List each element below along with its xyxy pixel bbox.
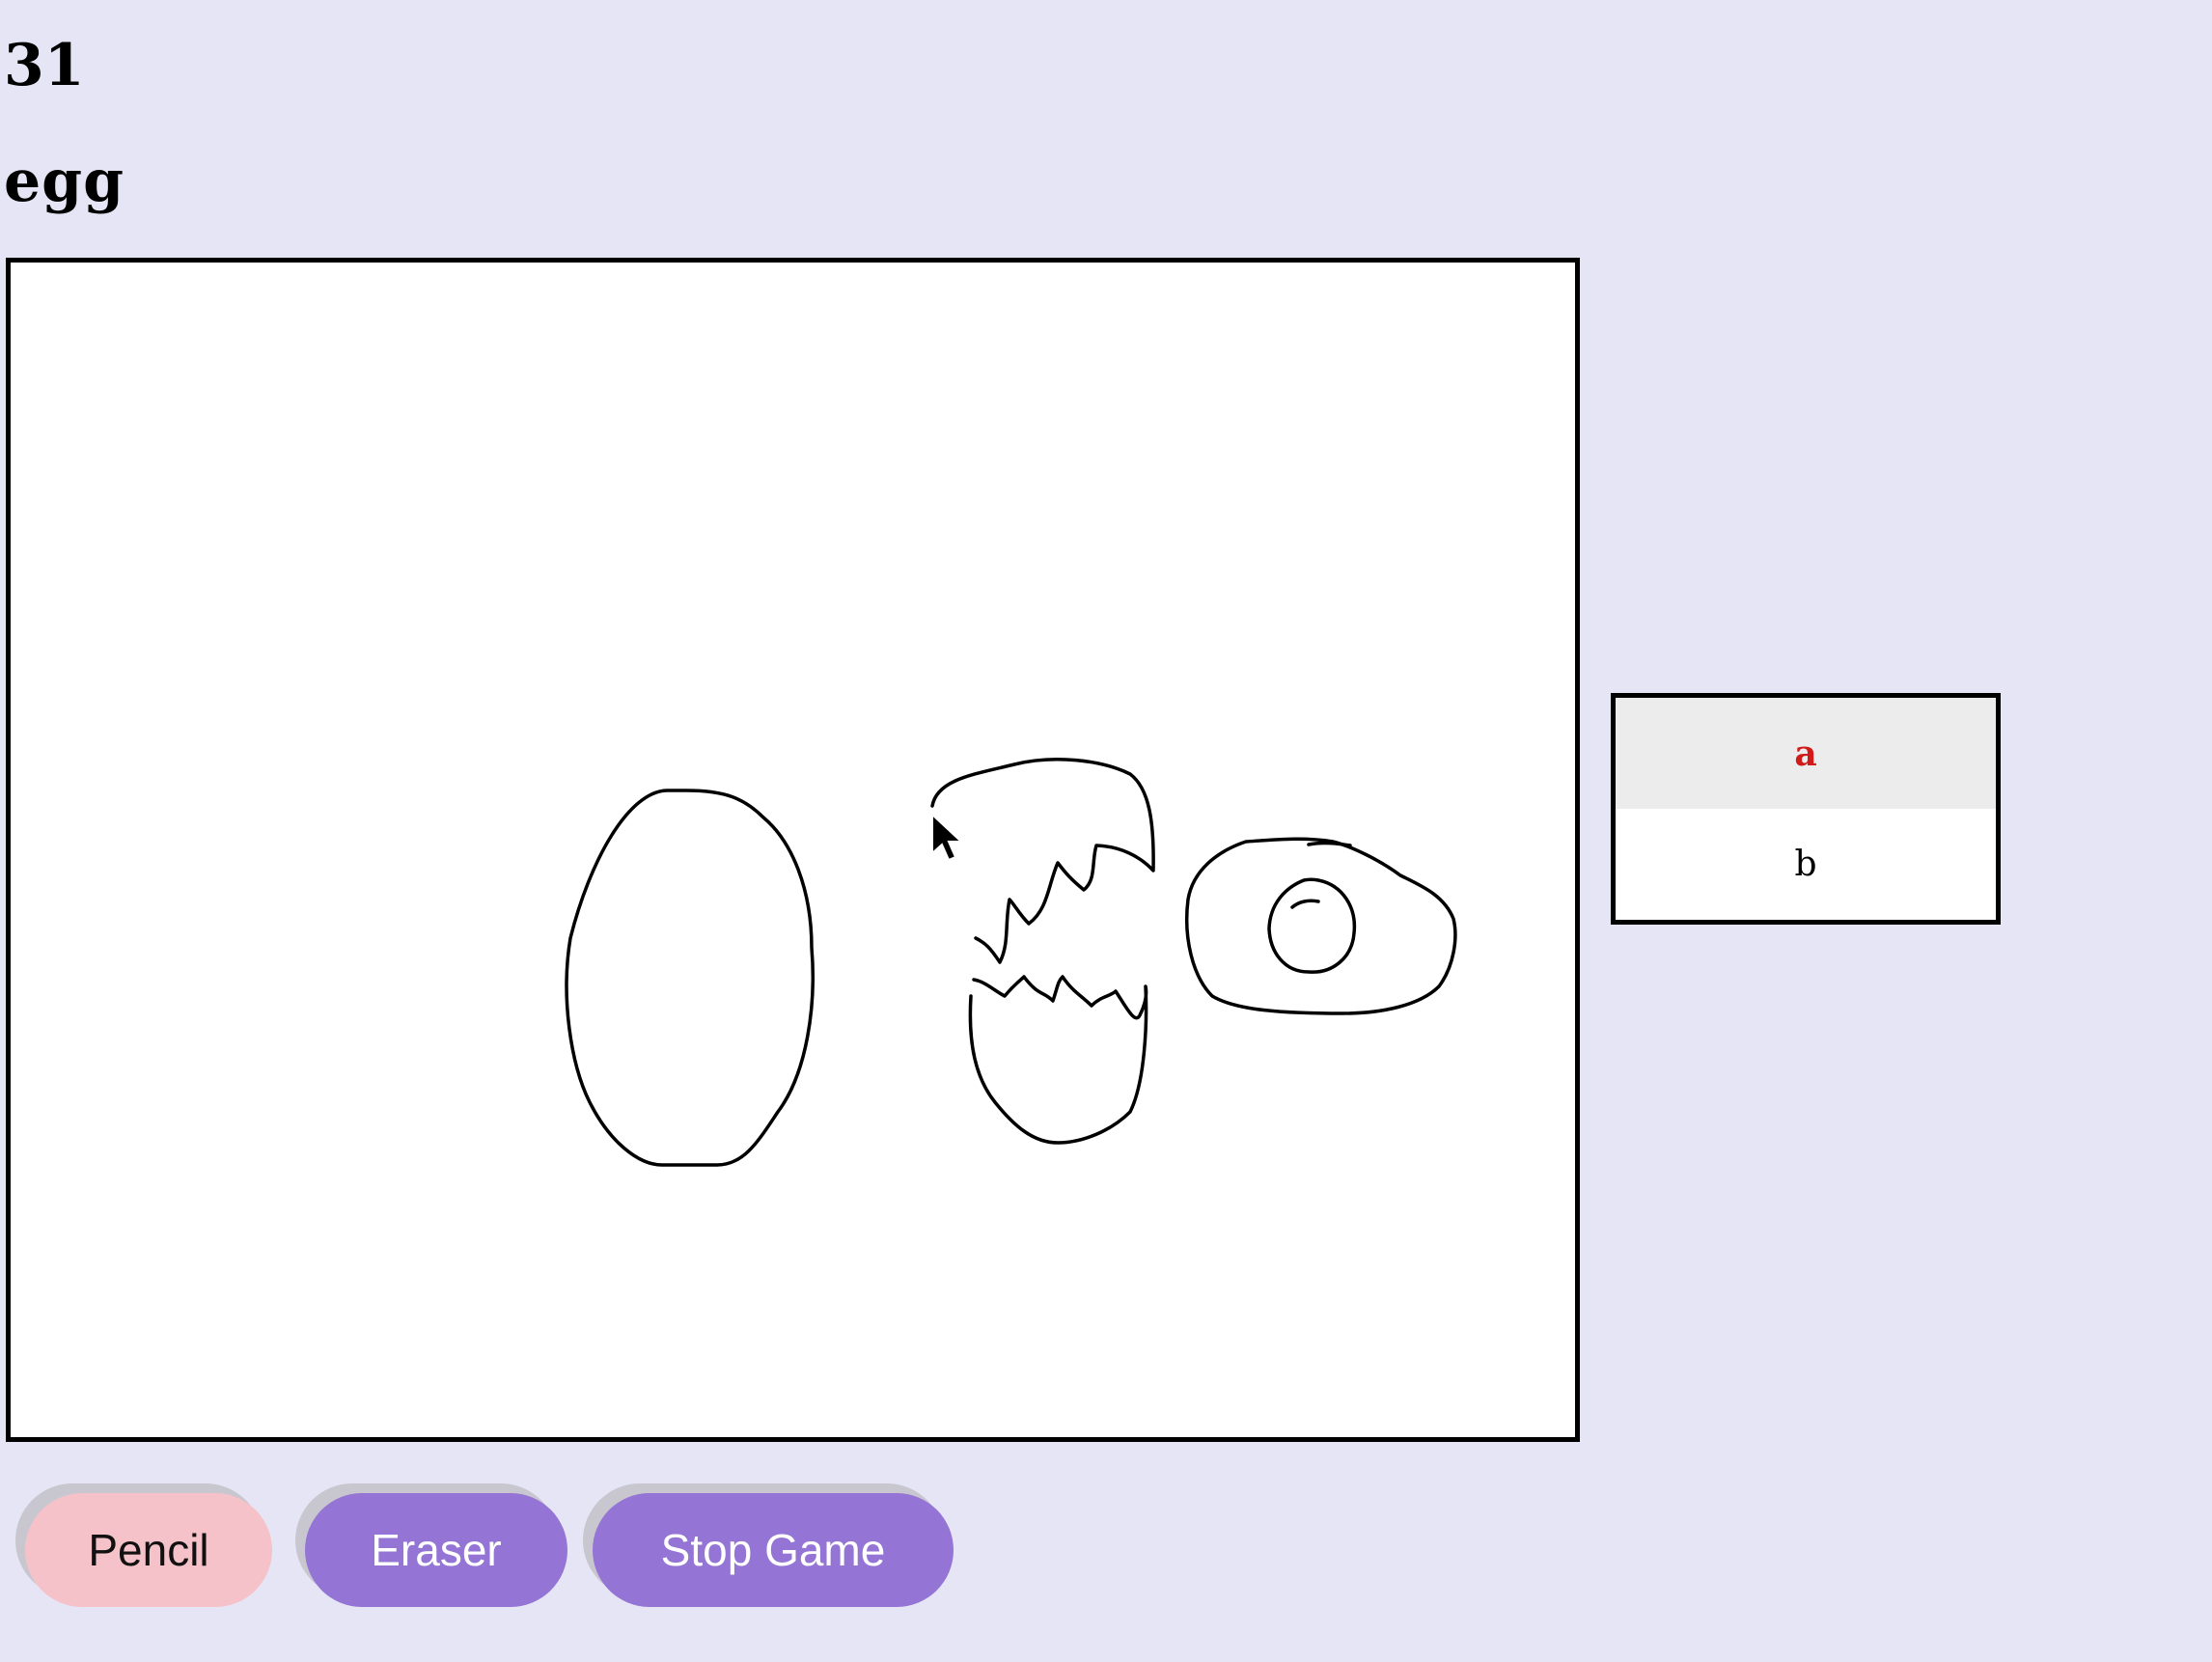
player-row-active: a	[1616, 698, 1996, 809]
player-list: a b	[1611, 693, 2001, 925]
stroke-fried-egg-detail	[1290, 899, 1320, 909]
stroke-fried-egg-white	[1184, 837, 1457, 1015]
stroke-shell-bottom	[968, 975, 1148, 1145]
stop-game-button[interactable]: Stop Game	[593, 1493, 954, 1607]
pencil-button[interactable]: Pencil	[25, 1493, 272, 1607]
eraser-button[interactable]: Eraser	[305, 1493, 567, 1607]
stroke-fried-egg-yolk	[1267, 877, 1357, 974]
drawing-strokes	[565, 758, 1457, 1167]
word-to-draw: egg	[4, 148, 125, 215]
drawing-canvas[interactable]	[6, 258, 1580, 1442]
cursor-icon	[931, 812, 964, 862]
countdown-timer: 31	[4, 32, 85, 99]
player-row: b	[1616, 809, 1996, 920]
stroke-whole-egg	[565, 789, 815, 1167]
stroke-shell-top	[930, 758, 1155, 964]
stroke-fried-egg-top	[1307, 841, 1352, 847]
